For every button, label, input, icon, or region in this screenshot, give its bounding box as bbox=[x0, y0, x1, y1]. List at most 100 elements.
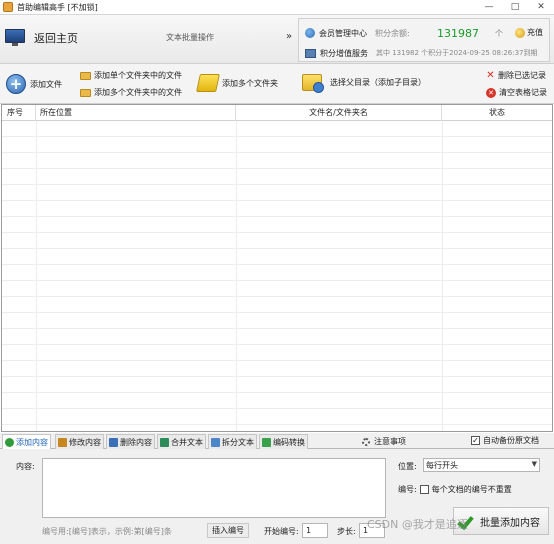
tab-encoding-convert[interactable]: 编码转换 bbox=[259, 434, 308, 449]
start-number-label: 开始编号: bbox=[264, 527, 299, 536]
insert-number-button[interactable]: 插入编号 bbox=[207, 523, 249, 538]
folders-icon bbox=[196, 74, 220, 92]
delete-selected-label: 删除已选记录 bbox=[498, 71, 546, 80]
minimize-button[interactable]: — bbox=[476, 0, 502, 14]
split-icon bbox=[211, 437, 220, 447]
merge-icon bbox=[160, 437, 169, 447]
home-button[interactable]: 返回主页 bbox=[4, 23, 78, 53]
start-number-input[interactable]: 1 bbox=[302, 523, 328, 538]
clear-icon: ✕ bbox=[486, 87, 496, 98]
clear-table-label: 清空表格记录 bbox=[499, 88, 547, 97]
add-file-label: 添加文件 bbox=[30, 79, 62, 89]
notice-link[interactable]: 注意事项 bbox=[362, 436, 406, 447]
no-repeat-checkbox[interactable] bbox=[419, 485, 429, 494]
position-value: 每行开头 bbox=[426, 460, 458, 470]
recharge-label: 充值 bbox=[527, 28, 543, 37]
batch-add-label: 批量添加内容 bbox=[480, 517, 540, 529]
maximize-button[interactable]: □ bbox=[502, 0, 528, 14]
add-multi-folders-label: 添加多个文件夹 bbox=[222, 78, 278, 88]
points-value: 131987 bbox=[437, 27, 479, 40]
close-button[interactable]: ✕ bbox=[528, 0, 554, 14]
tab-label: 添加内容 bbox=[16, 437, 48, 447]
step-label: 步长: bbox=[337, 527, 356, 536]
add-single-folder-label: 添加单个文件夹中的文件 bbox=[94, 71, 182, 80]
mode-label: 文本批量操作 bbox=[166, 33, 214, 42]
column-header-status[interactable]: 状态 bbox=[442, 105, 552, 121]
content-textarea[interactable] bbox=[42, 458, 386, 518]
monitor-icon bbox=[4, 29, 26, 47]
member-icon bbox=[305, 28, 315, 38]
window-controls: — □ ✕ bbox=[476, 0, 554, 14]
column-divider bbox=[36, 121, 37, 431]
table-header: 序号 所在位置 文件名/文件夹名 状态 bbox=[2, 105, 552, 121]
folder-settings-icon bbox=[302, 74, 324, 93]
add-multi-folders-button[interactable]: 添加多个文件夹 bbox=[196, 74, 278, 92]
add-content-panel: 内容: 位置: 每行开头 ▼ 编号: 每个文档的编号不重置 编号用:[编号]表示… bbox=[0, 449, 554, 544]
delete-icon: ✕ bbox=[486, 70, 495, 81]
tab-modify-content[interactable]: 修改内容 bbox=[55, 434, 104, 449]
window-title: 首助编辑高手 [不加锁] bbox=[17, 2, 98, 12]
select-parent-button[interactable]: 选择父目录（添加子目录） bbox=[302, 74, 426, 93]
column-header-filename[interactable]: 文件名/文件夹名 bbox=[236, 105, 442, 121]
chevron-down-icon: ▼ bbox=[531, 460, 537, 468]
tab-add-content[interactable]: 添加内容 bbox=[2, 434, 51, 449]
tab-label: 编码转换 bbox=[273, 437, 305, 447]
delete-selected-button[interactable]: ✕ 删除已选记录 bbox=[486, 70, 546, 81]
coin-icon bbox=[515, 27, 525, 38]
auto-backup-checkbox[interactable]: ✓ 自动备份原文档 bbox=[471, 435, 539, 446]
column-header-index[interactable]: 序号 bbox=[2, 105, 36, 121]
no-repeat-label: 每个文档的编号不重置 bbox=[431, 485, 512, 494]
book-icon bbox=[305, 48, 316, 58]
watermark: CSDN @我才是追逐 bbox=[367, 518, 468, 531]
add-icon bbox=[5, 437, 14, 447]
toolbar: + 添加文件 添加单个文件夹中的文件 添加多个文件夹中的文件 添加多个文件夹 选… bbox=[0, 64, 554, 104]
expand-chevron-icon[interactable]: » bbox=[286, 31, 292, 42]
select-parent-label: 选择父目录（添加子目录） bbox=[330, 78, 426, 87]
point-expiry-status: 其中 131982 个积分于2024-09-25 08:26:37到期 bbox=[376, 49, 538, 57]
folder-icon bbox=[80, 88, 91, 97]
column-header-location[interactable]: 所在位置 bbox=[36, 105, 236, 121]
convert-icon bbox=[262, 437, 271, 447]
file-table[interactable]: 序号 所在位置 文件名/文件夹名 状态 bbox=[1, 104, 553, 432]
auto-backup-label: 自动备份原文档 bbox=[483, 436, 539, 445]
tab-split-text[interactable]: 拆分文本 bbox=[208, 434, 257, 449]
points-label: 积分余额: bbox=[375, 28, 410, 38]
column-divider bbox=[236, 121, 237, 431]
header: 返回主页 文本批量操作 » 会员管理中心 积分余额: 131987 个 充值 积… bbox=[0, 14, 554, 64]
member-panel: 会员管理中心 积分余额: 131987 个 充值 积分增值服务 其中 13198… bbox=[298, 18, 550, 62]
content-label: 内容: bbox=[16, 462, 35, 471]
tab-delete-content[interactable]: 删除内容 bbox=[106, 434, 155, 449]
operation-tabs: 添加内容 修改内容 删除内容 合并文本 拆分文本 编码转换 注意事项 ✓ 自动备… bbox=[0, 433, 554, 449]
position-label: 位置: bbox=[398, 462, 417, 471]
edit-icon bbox=[58, 437, 67, 447]
add-single-folder-button[interactable]: 添加单个文件夹中的文件 bbox=[80, 70, 182, 81]
home-label: 返回主页 bbox=[34, 32, 78, 45]
point-service-link[interactable]: 积分增值服务 bbox=[320, 48, 368, 59]
delete-content-icon bbox=[109, 437, 118, 447]
table-body bbox=[2, 121, 552, 431]
title-bar: 首助编辑高手 [不加锁] — □ ✕ bbox=[0, 0, 554, 14]
folder-icon bbox=[80, 71, 91, 80]
points-unit: 个 bbox=[495, 29, 503, 38]
tab-label: 修改内容 bbox=[69, 437, 101, 447]
tab-label: 删除内容 bbox=[120, 437, 152, 447]
number-label: 编号: bbox=[398, 485, 417, 494]
tab-label: 合并文本 bbox=[171, 437, 203, 447]
number-options: 编号: 每个文档的编号不重置 bbox=[398, 484, 512, 495]
checkbox-checked-icon: ✓ bbox=[471, 436, 480, 445]
column-divider bbox=[442, 121, 443, 431]
notice-label: 注意事项 bbox=[374, 437, 406, 446]
member-center-link[interactable]: 会员管理中心 bbox=[319, 28, 367, 39]
position-select[interactable]: 每行开头 ▼ bbox=[423, 458, 540, 472]
clear-table-button[interactable]: ✕ 清空表格记录 bbox=[486, 87, 547, 98]
tab-merge-text[interactable]: 合并文本 bbox=[157, 434, 206, 449]
plus-icon: + bbox=[6, 74, 26, 94]
tab-label: 拆分文本 bbox=[222, 437, 254, 447]
add-multi-folder-files-button[interactable]: 添加多个文件夹中的文件 bbox=[80, 87, 182, 98]
app-icon bbox=[3, 2, 13, 12]
recharge-button[interactable]: 充值 bbox=[515, 27, 543, 38]
gear-icon bbox=[362, 437, 370, 446]
add-multi-folder-label: 添加多个文件夹中的文件 bbox=[94, 88, 182, 97]
add-file-button[interactable]: + 添加文件 bbox=[6, 74, 62, 94]
number-hint: 编号用:[编号]表示，示例:第[编号]条 bbox=[42, 527, 172, 536]
